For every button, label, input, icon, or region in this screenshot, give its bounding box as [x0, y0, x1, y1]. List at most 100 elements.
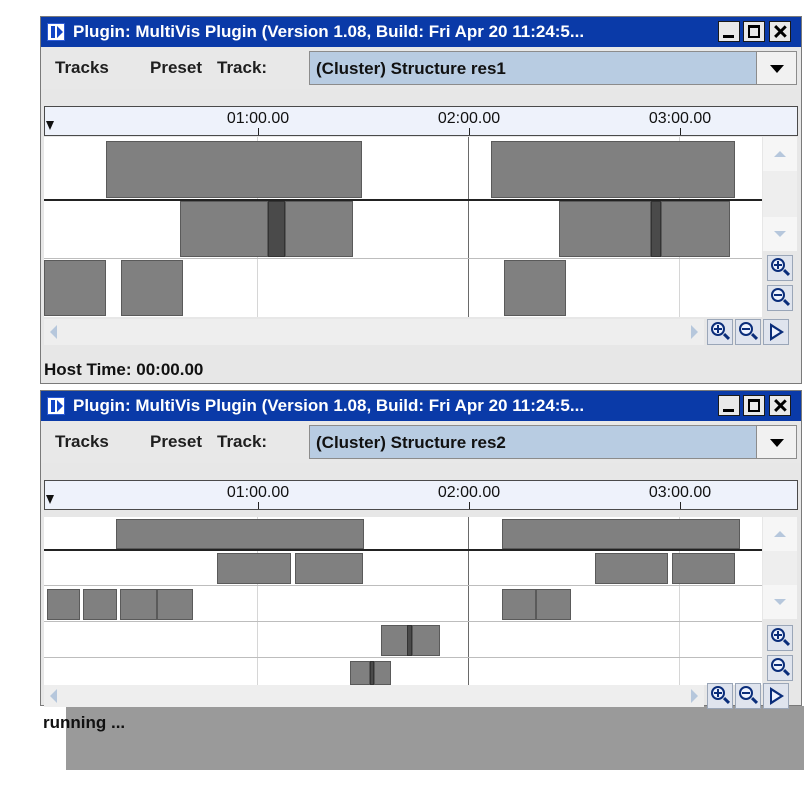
vertical-scrollbar[interactable] — [763, 137, 797, 251]
scroll-right-icon[interactable] — [691, 689, 698, 703]
window-shadow — [66, 706, 804, 770]
ruler-tick — [680, 502, 681, 509]
track-select[interactable]: (Cluster) Structure res1 — [309, 51, 797, 85]
scroll-down-icon[interactable] — [763, 585, 797, 619]
structure-segment[interactable] — [121, 260, 183, 316]
vertical-zoom-out-icon[interactable] — [767, 655, 793, 681]
window-title: Plugin: MultiVis Plugin (Version 1.08, B… — [73, 22, 585, 41]
chevron-down-icon[interactable] — [756, 52, 796, 84]
structure-segment[interactable] — [157, 589, 193, 620]
structure-segment[interactable] — [295, 553, 363, 584]
structure-segment[interactable] — [559, 201, 651, 257]
track-area[interactable] — [44, 517, 762, 685]
structure-segment[interactable] — [381, 625, 410, 656]
structure-segment[interactable] — [502, 589, 536, 620]
structure-segment[interactable] — [595, 553, 668, 584]
track-select[interactable]: (Cluster) Structure res2 — [309, 425, 797, 459]
structure-segment[interactable] — [268, 201, 285, 257]
vertical-scrollbar[interactable] — [763, 517, 797, 619]
tracks-menu[interactable]: Tracks — [55, 58, 109, 78]
structure-segment[interactable] — [47, 589, 80, 620]
structure-segment[interactable] — [217, 553, 291, 584]
zoom-in-icon[interactable] — [707, 683, 733, 709]
track-divider — [44, 621, 762, 622]
track-area[interactable] — [44, 137, 762, 317]
track-divider — [44, 549, 762, 551]
track-divider — [44, 585, 762, 586]
structure-segment[interactable] — [44, 260, 106, 316]
track-select-value: (Cluster) Structure res1 — [316, 59, 506, 78]
ruler-tick — [469, 502, 470, 509]
zoom-out-icon[interactable] — [735, 683, 761, 709]
track-divider — [44, 657, 762, 658]
scroll-up-icon[interactable] — [763, 137, 797, 171]
track-label: Track: — [217, 432, 268, 451]
position-marker-icon[interactable] — [46, 121, 54, 130]
structure-segment[interactable] — [661, 201, 730, 257]
track-select-value: (Cluster) Structure res2 — [316, 433, 506, 452]
ruler-tick-label: 02:00.00 — [437, 110, 501, 127]
structure-segment[interactable] — [116, 519, 364, 549]
app-icon — [47, 23, 65, 41]
structure-segment[interactable] — [491, 141, 735, 198]
time-ruler[interactable]: 01:00.00 02:00.00 03:00.00 — [44, 106, 798, 136]
track-divider — [44, 258, 762, 259]
ruler-tick — [258, 502, 259, 509]
vertical-zoom-in-icon[interactable] — [767, 625, 793, 651]
structure-segment[interactable] — [504, 260, 566, 316]
preset-menu[interactable]: Preset — [150, 432, 202, 452]
structure-segment[interactable] — [536, 589, 571, 620]
vertical-zoom-out-icon[interactable] — [767, 285, 793, 311]
minimize-icon[interactable] — [718, 21, 740, 42]
track-label: Track: — [217, 58, 268, 77]
structure-segment[interactable] — [412, 625, 440, 656]
zoom-in-icon[interactable] — [707, 319, 733, 345]
structure-segment[interactable] — [106, 141, 362, 198]
preset-menu[interactable]: Preset — [150, 58, 202, 78]
structure-segment[interactable] — [672, 553, 735, 584]
horizontal-scrollbar[interactable] — [44, 319, 704, 345]
ruler-tick-label: 01:00.00 — [226, 110, 290, 127]
titlebar[interactable]: Plugin: MultiVis Plugin (Version 1.08, B… — [41, 17, 801, 47]
status-text: Host Time: 00:00.00 — [44, 360, 204, 379]
play-icon[interactable] — [763, 319, 789, 345]
chevron-down-icon[interactable] — [756, 426, 796, 458]
titlebar[interactable]: Plugin: MultiVis Plugin (Version 1.08, B… — [41, 391, 801, 421]
plugin-window-1: Plugin: MultiVis Plugin (Version 1.08, B… — [40, 16, 802, 384]
structure-segment[interactable] — [120, 589, 157, 620]
zoom-out-icon[interactable] — [735, 319, 761, 345]
structure-segment[interactable] — [285, 201, 353, 257]
minimize-icon[interactable] — [718, 395, 740, 416]
scroll-left-icon[interactable] — [50, 689, 57, 703]
scroll-down-icon[interactable] — [763, 217, 797, 251]
maximize-icon[interactable] — [743, 395, 765, 416]
ruler-tick-label: 02:00.00 — [437, 484, 501, 501]
scroll-up-icon[interactable] — [763, 517, 797, 551]
structure-segment[interactable] — [651, 201, 661, 257]
app-icon — [47, 397, 65, 415]
close-icon[interactable] — [769, 395, 791, 416]
ruler-tick-label: 03:00.00 — [648, 110, 712, 127]
scroll-right-icon[interactable] — [691, 325, 698, 339]
structure-segment[interactable] — [374, 661, 391, 685]
scroll-left-icon[interactable] — [50, 325, 57, 339]
ruler-tick-label: 01:00.00 — [226, 484, 290, 501]
structure-segment[interactable] — [502, 519, 740, 549]
tracks-menu[interactable]: Tracks — [55, 432, 109, 452]
structure-segment[interactable] — [83, 589, 117, 620]
time-ruler[interactable]: 01:00.00 02:00.00 03:00.00 — [44, 480, 798, 510]
play-icon[interactable] — [763, 683, 789, 709]
position-marker-icon[interactable] — [46, 495, 54, 504]
horizontal-scrollbar[interactable] — [44, 685, 704, 707]
structure-segment[interactable] — [350, 661, 370, 685]
ruler-tick — [469, 128, 470, 135]
status-text: running ... — [43, 713, 126, 732]
toolbar: Tracks Preset Track: (Cluster) Structure… — [41, 47, 801, 89]
grid-line — [468, 517, 469, 685]
plugin-window-2: Plugin: MultiVis Plugin (Version 1.08, B… — [40, 390, 802, 709]
maximize-icon[interactable] — [743, 21, 765, 42]
vertical-zoom-in-icon[interactable] — [767, 255, 793, 281]
structure-segment[interactable] — [180, 201, 268, 257]
close-icon[interactable] — [769, 21, 791, 42]
toolbar: Tracks Preset Track: (Cluster) Structure… — [41, 421, 801, 463]
